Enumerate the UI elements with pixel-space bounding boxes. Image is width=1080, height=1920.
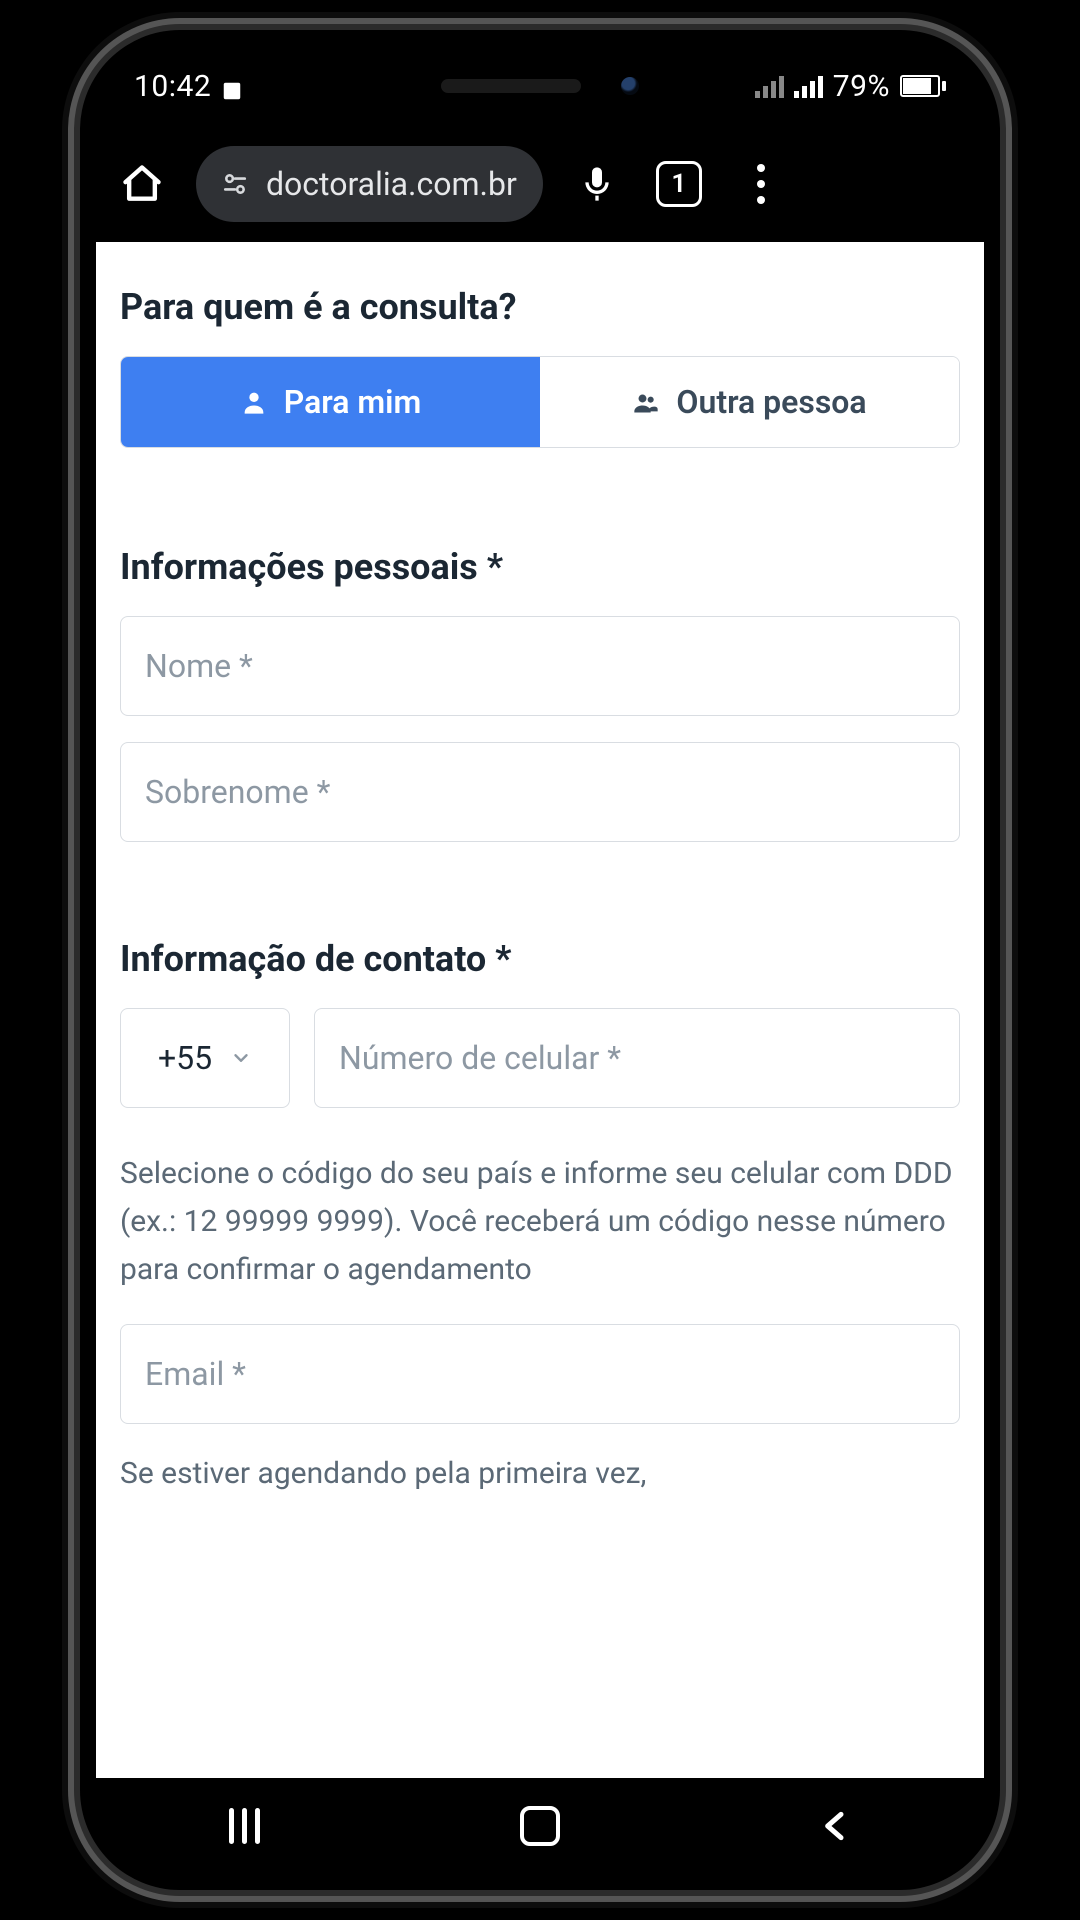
battery-percentage: 79%	[833, 69, 890, 104]
home-button[interactable]	[114, 156, 170, 212]
email-input[interactable]: Email *	[120, 1324, 960, 1424]
page-content: Para quem é a consulta? Para mim Out	[96, 242, 984, 1778]
status-notification-icon	[221, 75, 243, 97]
person-icon	[240, 388, 268, 416]
phone-notch	[330, 46, 750, 126]
chevron-down-icon	[230, 1039, 252, 1077]
nav-back[interactable]	[776, 1796, 896, 1856]
android-nav-bar	[96, 1778, 984, 1874]
first-name-placeholder: Nome *	[145, 647, 253, 685]
people-icon	[632, 388, 660, 416]
country-code-value: +55	[158, 1039, 212, 1077]
tab-switcher-button[interactable]: 1	[651, 156, 707, 212]
nav-recent-apps[interactable]	[184, 1796, 304, 1856]
segment-for-other[interactable]: Outra pessoa	[540, 357, 959, 447]
first-name-input[interactable]: Nome *	[120, 616, 960, 716]
email-helper-text: Se estiver agendando pela primeira vez,	[120, 1450, 960, 1498]
segment-for-me-label: Para mim	[284, 383, 422, 421]
section-title-contact: Informação de contato *	[120, 938, 960, 980]
signal-icon	[755, 74, 784, 98]
country-code-select[interactable]: +55	[120, 1008, 290, 1108]
last-name-placeholder: Sobrenome *	[145, 773, 330, 811]
address-bar-url: doctoralia.com.br	[266, 165, 517, 203]
phone-side-button	[66, 360, 80, 490]
browser-toolbar: doctoralia.com.br 1	[96, 126, 984, 242]
address-bar[interactable]: doctoralia.com.br	[196, 146, 543, 222]
tab-count: 1	[671, 169, 686, 199]
section-title-personal: Informações pessoais *	[120, 546, 960, 588]
site-settings-icon[interactable]	[222, 171, 248, 197]
email-placeholder: Email *	[145, 1355, 246, 1393]
phone-frame: 10:42 79%	[80, 30, 1000, 1890]
overflow-menu-button[interactable]	[733, 156, 789, 212]
phone-helper-text: Selecione o código do seu país e informe…	[120, 1150, 960, 1294]
phone-side-button	[1000, 400, 1014, 620]
appointment-for-toggle: Para mim Outra pessoa	[120, 356, 960, 448]
section-title-who: Para quem é a consulta?	[120, 286, 960, 328]
phone-number-placeholder: Número de celular *	[339, 1039, 621, 1077]
segment-for-other-label: Outra pessoa	[676, 383, 866, 421]
phone-side-button	[66, 520, 80, 650]
nav-home[interactable]	[480, 1796, 600, 1856]
voice-search-button[interactable]	[569, 156, 625, 212]
segment-for-me[interactable]: Para mim	[121, 357, 540, 447]
last-name-input[interactable]: Sobrenome *	[120, 742, 960, 842]
phone-number-input[interactable]: Número de celular *	[314, 1008, 960, 1108]
signal-icon	[794, 74, 823, 98]
status-time: 10:42	[134, 69, 211, 104]
battery-icon	[900, 75, 946, 97]
phone-side-button	[66, 250, 80, 320]
